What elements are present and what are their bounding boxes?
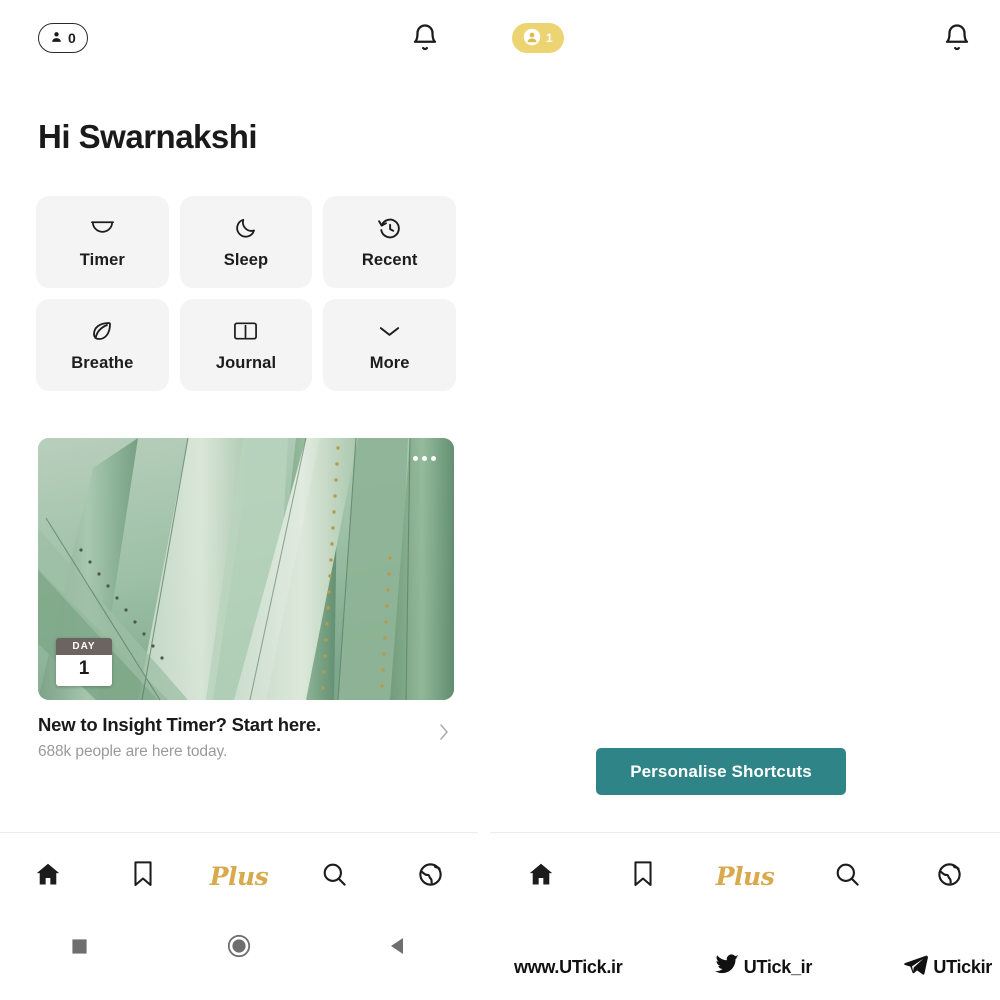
watermark-website: www.UTick.ir: [514, 956, 623, 978]
card-image: DAY 1: [38, 438, 454, 700]
nav-item-explore[interactable]: [398, 850, 462, 904]
left-shortcut-grid: Timer Sleep Recent Breathe Journal More: [36, 196, 456, 391]
screenshot-root: 0 Hi Swarnakshi Timer Sleep Recent Breat…: [0, 0, 1000, 1000]
watermark-twitter-text: UTick_ir: [743, 956, 813, 977]
home-icon: [527, 860, 555, 893]
day-badge-label: DAY: [56, 638, 112, 655]
bookmark-icon: [631, 860, 655, 893]
shortcut-tile-journal[interactable]: Journal: [179, 299, 313, 391]
card-subtitle: 688k people are here today.: [38, 743, 228, 760]
watermark-telegram-text: UTickir: [933, 956, 992, 977]
people-count-value: 1: [546, 31, 553, 45]
shortcut-label: Timer: [79, 251, 125, 269]
bell-icon[interactable]: [410, 22, 440, 54]
more-horizontal-icon[interactable]: [413, 456, 436, 461]
person-icon: [523, 28, 541, 49]
search-icon: [834, 861, 861, 893]
watermark-bar: www.UTick.ir UTick_ir UTickir: [500, 944, 1000, 990]
twitter-bird-icon: [714, 953, 740, 981]
globe-icon: [417, 861, 444, 893]
shortcut-tile-sleep[interactable]: Sleep: [179, 196, 313, 288]
watermark-telegram: UTickir: [903, 954, 992, 981]
nav-item-home[interactable]: [16, 850, 80, 904]
nav-item-search[interactable]: [303, 850, 367, 904]
triangle-back-icon[interactable]: [375, 929, 421, 963]
day-badge: DAY 1: [56, 638, 112, 686]
card-title: New to Insight Timer? Start here.: [38, 714, 321, 735]
circle-icon[interactable]: [216, 929, 262, 963]
shortcut-tile-recent[interactable]: Recent: [323, 196, 456, 288]
nav-item-home[interactable]: [509, 850, 573, 904]
shortcut-label: More: [369, 354, 410, 372]
shortcut-tile-timer[interactable]: Timer: [36, 196, 169, 288]
plus-wordmark: Plus: [209, 862, 269, 891]
card-body: New to Insight Timer? Start here. 688k p…: [38, 700, 454, 761]
nav-item-search[interactable]: [815, 850, 879, 904]
featured-card[interactable]: DAY 1 New to Insight Timer? Start here. …: [38, 438, 454, 761]
square-icon[interactable]: [57, 929, 103, 963]
nav-item-bookmarks[interactable]: [611, 850, 675, 904]
shortcut-label: Journal: [215, 354, 277, 372]
moon-icon: [234, 214, 258, 242]
right-top-bar: 1: [490, 22, 1000, 54]
person-icon: [50, 30, 63, 47]
left-bottom-nav: Plus: [0, 832, 478, 920]
left-top-bar: 0: [0, 22, 478, 54]
shortcut-label: Recent: [361, 251, 418, 269]
people-count-value: 0: [68, 30, 76, 46]
shortcut-label: Sleep: [223, 251, 269, 269]
page-title: Hi Swarnakshi: [38, 118, 258, 155]
people-count-badge[interactable]: 1: [512, 23, 564, 53]
home-icon: [34, 860, 62, 893]
book-open-icon: [233, 317, 258, 345]
chevron-down-icon: [377, 317, 402, 345]
nav-item-bookmarks[interactable]: [111, 850, 175, 904]
nav-item-plus[interactable]: Plus: [713, 850, 777, 904]
shortcut-label: Breathe: [71, 354, 134, 372]
shortcut-tile-more[interactable]: More: [323, 299, 456, 391]
globe-icon: [936, 861, 963, 893]
plus-wordmark: Plus: [715, 862, 775, 891]
leaf-icon: [90, 317, 114, 345]
watermark-twitter: UTick_ir: [714, 953, 813, 981]
day-badge-number: 1: [56, 655, 112, 686]
bell-icon[interactable]: [942, 22, 972, 54]
shortcut-tile-breathe[interactable]: Breathe: [36, 299, 169, 391]
left-phone-screen: 0 Hi Swarnakshi Timer Sleep Recent Breat…: [0, 0, 478, 920]
personalise-shortcuts-button[interactable]: Personalise Shortcuts: [596, 748, 846, 795]
right-bottom-nav: Plus: [490, 832, 1000, 920]
chevron-right-icon[interactable]: [438, 722, 450, 747]
watermark-website-text: www.UTick.ir: [514, 956, 623, 977]
search-icon: [321, 861, 348, 893]
nav-item-plus[interactable]: Plus: [207, 850, 271, 904]
bookmark-icon: [131, 860, 155, 893]
nav-item-explore[interactable]: [917, 850, 981, 904]
people-count-badge[interactable]: 0: [38, 23, 88, 53]
android-system-bar: [0, 920, 478, 972]
timer-bowl-icon: [89, 214, 116, 242]
telegram-plane-icon: [903, 954, 929, 981]
history-clock-icon: [377, 214, 402, 242]
